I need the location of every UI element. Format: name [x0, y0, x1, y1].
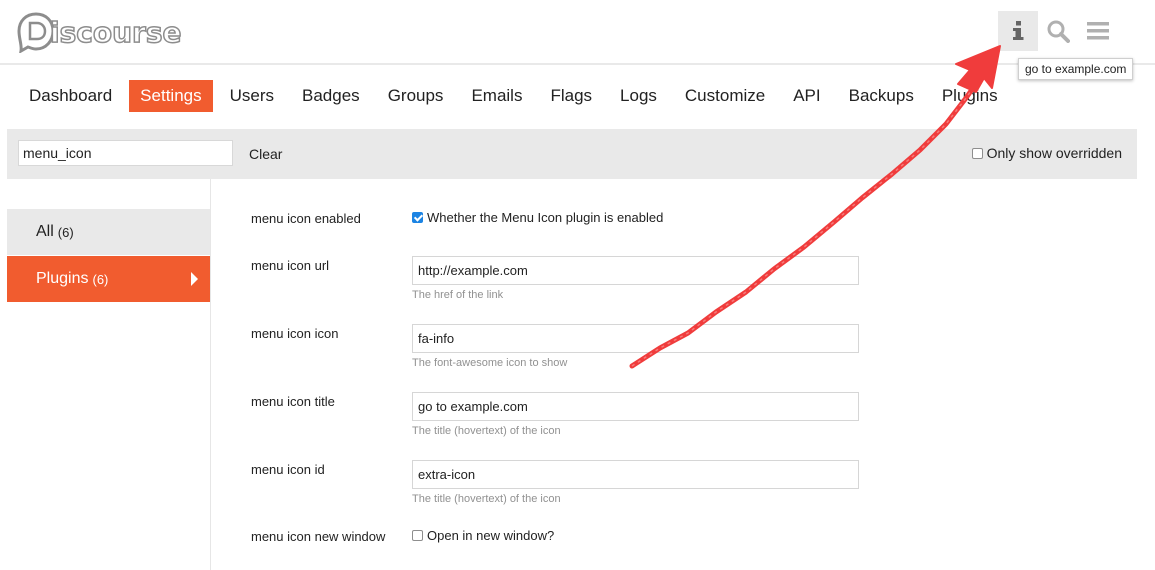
only-show-overridden-label: Only show overridden	[986, 145, 1122, 161]
menu-icon-title-field[interactable]: go to example.com	[412, 392, 859, 421]
tab-flags[interactable]: Flags	[539, 80, 603, 112]
setting-label: menu icon url	[251, 258, 330, 273]
menu-icon-icon-field[interactable]: fa-info	[412, 324, 859, 353]
admin-nav: Dashboard Settings Users Badges Groups E…	[18, 80, 1015, 112]
setting-label: menu icon id	[251, 462, 325, 477]
sidebar-item-plugins[interactable]: Plugins (6)	[7, 256, 210, 302]
setting-description: The title (hovertext) of the icon	[412, 493, 561, 505]
sidebar-item-count: (6)	[57, 224, 74, 240]
setting-label: menu icon icon	[251, 326, 339, 341]
setting-label: menu icon enabled	[251, 211, 361, 226]
only-show-overridden-toggle[interactable]: Only show overridden	[971, 145, 1122, 161]
tab-api[interactable]: API	[782, 80, 831, 112]
sidebar-item-count: (6)	[92, 271, 109, 287]
hamburger-menu-icon[interactable]	[1078, 11, 1118, 51]
enabled-checkbox[interactable]	[412, 212, 423, 223]
top-header: iscourse	[0, 0, 1155, 65]
tab-settings[interactable]: Settings	[129, 80, 213, 112]
menu-icon-url-field[interactable]: http://example.com	[412, 256, 859, 285]
setting-checkbox-label: Whether the Menu Icon plugin is enabled	[427, 210, 664, 225]
tooltip: go to example.com	[1018, 58, 1134, 80]
discourse-logo[interactable]: iscourse	[16, 10, 182, 54]
search-icon[interactable]	[1038, 11, 1078, 51]
tab-plugins[interactable]: Plugins	[931, 80, 1009, 112]
setting-label: menu icon title	[251, 394, 335, 409]
only-show-overridden-checkbox[interactable]	[971, 147, 983, 159]
tab-groups[interactable]: Groups	[377, 80, 455, 112]
setting-checkbox-row[interactable]: Open in new window?	[412, 528, 554, 543]
setting-description: The title (hovertext) of the icon	[412, 425, 561, 437]
setting-checkbox-label: Open in new window?	[427, 528, 555, 543]
setting-label: menu icon new window	[251, 529, 386, 544]
caret-right-icon	[191, 272, 198, 286]
info-icon[interactable]	[998, 11, 1038, 51]
setting-checkbox-row[interactable]: Whether the Menu Icon plugin is enabled	[412, 210, 663, 225]
sidebar-item-label: All	[36, 223, 54, 240]
logo-text: iscourse	[49, 15, 182, 50]
tab-badges[interactable]: Badges	[291, 80, 371, 112]
tab-dashboard[interactable]: Dashboard	[18, 80, 123, 112]
sidebar-divider	[210, 179, 211, 570]
clear-button[interactable]: Clear	[249, 146, 282, 162]
tab-users[interactable]: Users	[219, 80, 285, 112]
tab-emails[interactable]: Emails	[460, 80, 533, 112]
new-window-checkbox[interactable]	[412, 530, 423, 541]
tab-backups[interactable]: Backups	[838, 80, 925, 112]
tab-customize[interactable]: Customize	[674, 80, 776, 112]
settings-filter-bar: Clear Only show overridden	[7, 129, 1137, 179]
tab-logs[interactable]: Logs	[609, 80, 668, 112]
settings-filter-input[interactable]	[18, 140, 233, 166]
sidebar-item-all[interactable]: All (6)	[7, 209, 210, 255]
sidebar-item-label: Plugins	[36, 270, 89, 287]
setting-description: The font-awesome icon to show	[412, 357, 568, 369]
menu-icon-id-field[interactable]: extra-icon	[412, 460, 859, 489]
setting-description: The href of the link	[412, 289, 504, 301]
